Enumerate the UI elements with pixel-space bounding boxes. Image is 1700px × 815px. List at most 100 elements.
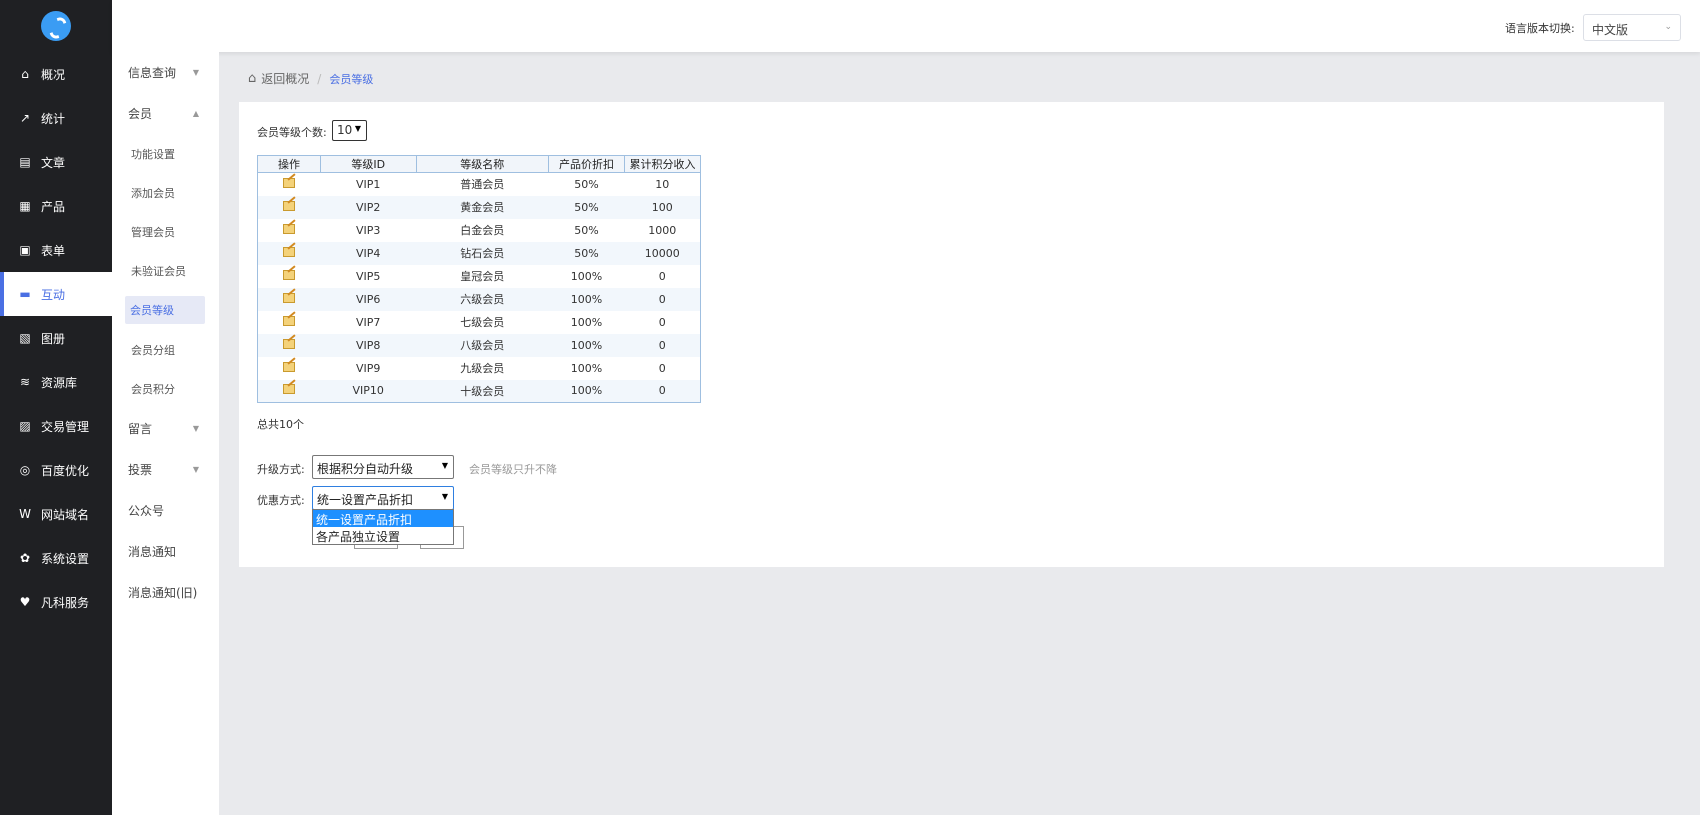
nav-item-4[interactable]: ▣ 表单: [0, 228, 112, 272]
table-cell: 50%: [574, 223, 599, 237]
table-header-row: 操作 等级ID 等级名称 产品价折扣 累计积分收入: [257, 155, 702, 173]
discount-option[interactable]: 统一设置产品折扣: [313, 510, 453, 527]
breadcrumb-back-link[interactable]: 返回概况: [261, 70, 309, 87]
nav-item-3[interactable]: ▦ 产品: [0, 184, 112, 228]
table-cell: VIP2: [320, 195, 417, 219]
subnav-member-child[interactable]: 未验证会员: [112, 251, 219, 290]
gear-icon: ✿: [19, 551, 31, 565]
table-cell: VIP4: [320, 241, 417, 265]
nav-item-label: 互动: [41, 287, 66, 302]
edit-icon[interactable]: [283, 177, 296, 188]
sub-sidebar: 信息查询 ▼ 会员 ▲ 功能设置 添加会员 管理会员 未验证会员会员等级会员分组 会员积…: [112, 52, 219, 815]
nav-item-10[interactable]: W 网站域名: [0, 492, 112, 536]
edit-icon[interactable]: [283, 223, 296, 234]
subnav-label: 公众号: [128, 504, 165, 518]
breadcrumb-separator: /: [317, 71, 322, 86]
subnav-member[interactable]: 会员 ▲: [112, 93, 219, 134]
table-cell: 八级会员: [416, 333, 549, 357]
nav-item-0[interactable]: ⌂ 概况: [0, 52, 112, 96]
subnav-message[interactable]: 留言 ▼: [112, 408, 219, 449]
table-cell: 10000: [624, 241, 701, 265]
nav-item-8[interactable]: ▨ 交易管理: [0, 404, 112, 448]
table-cell: VIP8: [320, 333, 417, 357]
nav-item-6[interactable]: ▧ 图册: [0, 316, 112, 360]
nav-item-2[interactable]: ▤ 文章: [0, 140, 112, 184]
discount-method-value: 统一设置产品折扣: [317, 493, 414, 507]
table-cell: 100: [624, 195, 701, 219]
table-cell: 50%: [548, 241, 625, 265]
table-cell-action: [258, 311, 321, 334]
table-cell: 九级会员: [460, 362, 505, 375]
chat-icon: ▬: [19, 287, 31, 301]
subnav-info-query[interactable]: 信息查询 ▼: [112, 52, 219, 93]
nav-item-12[interactable]: ♥ 凡科服务: [0, 580, 112, 624]
nav-item-1[interactable]: ↗ 统计: [0, 96, 112, 140]
level-count-select[interactable]: 10 ▼: [332, 120, 367, 141]
table-cell: 100%: [570, 269, 603, 283]
table-cell-action: [257, 379, 321, 403]
subnav-official-account[interactable]: 公众号: [112, 490, 219, 531]
table-cell: 0: [624, 333, 701, 357]
nav-item-label: 统计: [41, 111, 66, 126]
subnav-member-child[interactable]: 功能设置: [112, 134, 219, 173]
table-row: VIP9 九级会员 100% 0: [258, 357, 701, 380]
table-row: VIP7 七级会员 100% 0: [258, 311, 701, 334]
table-cell: 黄金会员: [416, 195, 549, 219]
table-cell-action: [257, 241, 321, 265]
nav-item-11[interactable]: ✿ 系统设置: [0, 536, 112, 580]
table-cell: 六级会员: [416, 287, 549, 311]
subnav-vote[interactable]: 投票 ▼: [112, 449, 219, 490]
nav-item-label: 概况: [41, 67, 66, 82]
discount-method-select[interactable]: 统一设置产品折扣 ▼: [312, 486, 454, 510]
table-cell-action: [258, 219, 321, 242]
logo[interactable]: [0, 0, 112, 52]
subnav-member-child[interactable]: 管理会员: [112, 212, 219, 251]
chevron-down-icon: ▼: [192, 465, 199, 474]
table-cell: 1000: [648, 223, 677, 237]
table-row: VIP6 六级会员 100% 0: [257, 287, 701, 311]
subnav-notice-old[interactable]: 消息通知(旧): [112, 572, 219, 613]
nav-item-7[interactable]: ≋ 资源库: [0, 360, 112, 404]
edit-icon[interactable]: [283, 315, 296, 326]
edit-icon[interactable]: [283, 292, 296, 303]
upgrade-method-select[interactable]: 根据积分自动升级 ▼: [312, 455, 454, 479]
edit-icon[interactable]: [283, 246, 296, 257]
product-icon: ▦: [19, 199, 31, 213]
logo-icon: [41, 11, 71, 41]
language-select[interactable]: 中文版 ⌄: [1583, 14, 1681, 41]
edit-icon[interactable]: [283, 338, 296, 349]
stats-icon: ↗: [19, 111, 31, 125]
nav-item-label: 网站域名: [41, 507, 90, 522]
table-header-cell: 等级名称: [415, 155, 549, 173]
table-row: VIP2 黄金会员 50% 100: [257, 195, 701, 219]
edit-icon[interactable]: [283, 269, 296, 280]
nav-item-label: 资源库: [41, 375, 78, 390]
discount-option[interactable]: 各产品独立设置: [313, 527, 453, 544]
table-cell: 0: [624, 287, 701, 311]
nav-item-label: 凡科服务: [41, 595, 90, 610]
level-count-value: 10: [337, 123, 353, 137]
subnav-member-child[interactable]: 添加会员: [112, 173, 219, 212]
chevron-down-icon: ▼: [192, 424, 199, 433]
table-header-cell: 操作: [257, 155, 321, 173]
home-icon[interactable]: ⌂: [248, 71, 256, 86]
table-cell: 50%: [548, 195, 625, 219]
upgrade-method-label: 升级方式:: [257, 463, 305, 476]
nav-item-9[interactable]: ◎ 百度优化: [0, 448, 112, 492]
table-cell: 0: [658, 315, 666, 329]
member-level-table: 操作 等级ID 等级名称 产品价折扣 累计积分收入 VIP1 普通会员 50% 10 VIP2 黄…: [257, 155, 702, 403]
nav-item-5[interactable]: ▬ 互动: [0, 272, 112, 316]
chevron-up-icon: ▲: [192, 109, 199, 118]
edit-icon[interactable]: [283, 384, 296, 395]
subnav-label: 消息通知(旧): [128, 586, 198, 600]
nav-item-label: 交易管理: [41, 419, 90, 434]
subnav-notice[interactable]: 消息通知: [112, 531, 219, 572]
subnav-member-child[interactable]: 会员分组: [112, 330, 219, 369]
edit-icon[interactable]: [283, 200, 296, 211]
subnav-member-child[interactable]: 会员积分: [112, 369, 219, 408]
subnav-member-child[interactable]: 会员等级: [125, 296, 205, 324]
database-icon: ≋: [19, 375, 31, 389]
breadcrumb-current: 会员等级: [329, 72, 374, 86]
table-row: VIP10 十级会员 100% 0: [257, 379, 701, 403]
edit-icon[interactable]: [283, 361, 296, 372]
